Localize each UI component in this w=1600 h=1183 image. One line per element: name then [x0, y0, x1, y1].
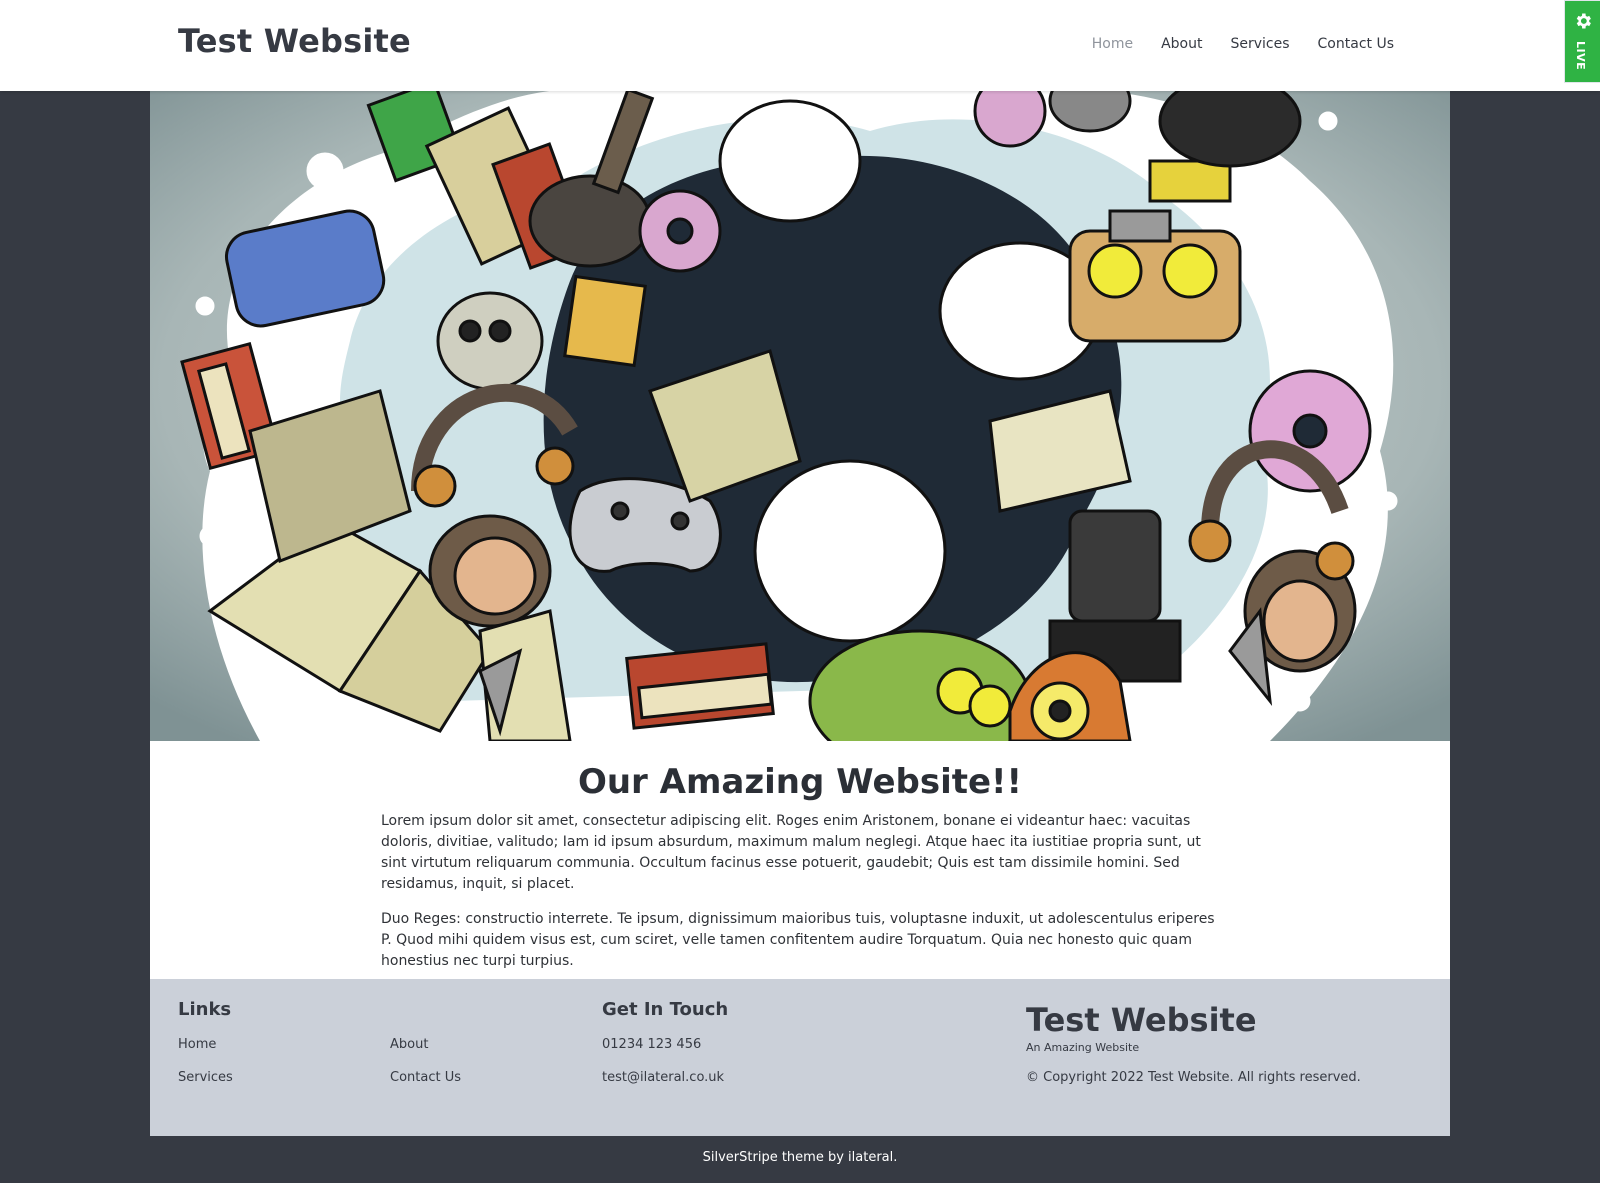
footer-tagline: An Amazing Website: [1026, 1041, 1140, 1054]
gear-icon: [1576, 13, 1591, 29]
footer-link-home[interactable]: Home: [178, 1037, 216, 1052]
live-label: LIVE: [1574, 41, 1587, 71]
footer-link-services[interactable]: Services: [178, 1070, 233, 1085]
paragraph: Lorem ipsum dolor sit amet, consectetur …: [381, 813, 1201, 892]
nav-contact-us[interactable]: Contact Us: [1318, 36, 1394, 52]
site-logo-link[interactable]: Test Website: [178, 22, 411, 60]
nav-home[interactable]: Home: [1092, 36, 1133, 52]
live-mode-tab[interactable]: LIVE: [1564, 0, 1600, 83]
body-text: Lorem ipsum dolor sit amet, consectetur …: [381, 811, 1221, 986]
main-nav: Home About Services Contact Us: [1092, 36, 1394, 52]
footer-brand-column: Test Website An Amazing Website © Copyri…: [1026, 1003, 1426, 1085]
paragraph: Duo Reges: constructio interrete. Te ips…: [381, 911, 1215, 969]
footer-phone: 01234 123 456: [602, 1037, 702, 1052]
doodle-illustration: [150, 91, 1450, 741]
footer-contact-column: Get In Touch 01234 123 456 test@ilateral…: [602, 999, 1002, 1085]
footer-links-column: Links Home About Services Contact Us: [178, 999, 578, 1085]
footer-copyright: © Copyright 2022 Test Website. All right…: [1026, 1070, 1361, 1085]
site-footer: Links Home About Services Contact Us Get…: [150, 979, 1450, 1136]
footer-brand: Test Website: [1026, 1001, 1257, 1039]
page-title: Our Amazing Website!!: [577, 762, 1023, 802]
nav-about[interactable]: About: [1161, 36, 1202, 52]
footer-contact-heading: Get In Touch: [602, 999, 729, 1020]
footer-link-contact-us[interactable]: Contact Us: [390, 1070, 461, 1085]
hero-banner-image: [150, 91, 1450, 741]
footer-links-heading: Links: [178, 999, 232, 1020]
main-content: Our Amazing Website!! Lorem ipsum dolor …: [150, 741, 1450, 979]
footer-link-about[interactable]: About: [390, 1037, 428, 1052]
site-header: Test Website Home About Services Contact…: [0, 0, 1600, 91]
nav-services[interactable]: Services: [1230, 36, 1289, 52]
theme-credit: SilverStripe theme by ilateral.: [0, 1150, 1600, 1165]
theme-credit-link[interactable]: SilverStripe theme by ilateral.: [703, 1150, 898, 1165]
footer-email-link[interactable]: test@ilateral.co.uk: [602, 1070, 724, 1085]
